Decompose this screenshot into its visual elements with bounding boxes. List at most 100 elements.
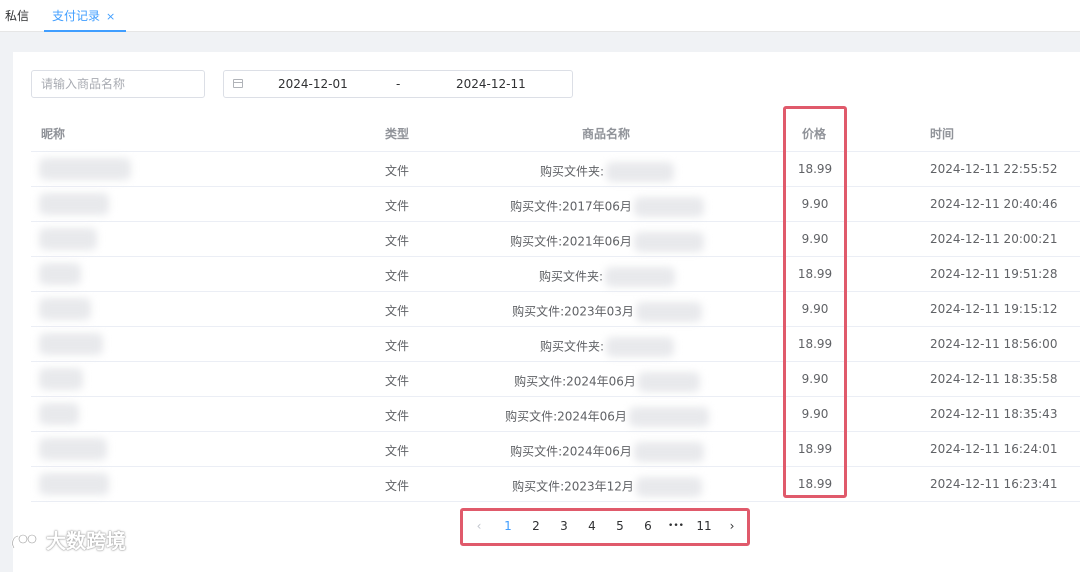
cell-type: 文件 bbox=[385, 444, 410, 458]
table-row: 文件 购买文件:2023年03月 9.90 2024-12-11 19:15:12 bbox=[31, 292, 1080, 327]
table-row: 文件 购买文件:2017年06月 9.90 2024-12-11 20:40:46 bbox=[31, 187, 1080, 222]
price-column-highlight bbox=[783, 106, 847, 498]
more-pages-ellipsis[interactable]: ••• bbox=[665, 516, 687, 536]
nickname-redacted bbox=[39, 473, 109, 495]
product-name-text: 购买文件:2021年06月 bbox=[510, 234, 632, 249]
close-icon[interactable]: × bbox=[106, 10, 115, 23]
product-name-redacted bbox=[606, 162, 675, 182]
watermark-logo-icon bbox=[11, 533, 38, 549]
nickname-redacted bbox=[39, 193, 109, 215]
table-row: 文件 购买文件夹: 18.99 2024-12-11 18:56:00 bbox=[31, 327, 1080, 362]
cell-product-name: 购买文件夹: bbox=[457, 337, 757, 357]
next-page-icon[interactable]: › bbox=[721, 516, 743, 536]
header-type: 类型 bbox=[385, 127, 410, 141]
nickname-redacted bbox=[39, 403, 79, 425]
cell-time: 2024-12-11 16:23:41 bbox=[930, 477, 1058, 491]
watermark: 大数跨境 bbox=[10, 525, 126, 555]
table-row: 文件 购买文件:2023年12月 18.99 2024-12-11 16:23:41 bbox=[31, 467, 1080, 502]
cell-time: 2024-12-11 20:40:46 bbox=[930, 197, 1058, 211]
product-name-text: 购买文件夹: bbox=[539, 339, 605, 354]
calendar-icon bbox=[233, 79, 243, 88]
cell-product-name: 购买文件:2024年06月 bbox=[457, 442, 757, 462]
nickname-redacted bbox=[39, 368, 83, 390]
date-range-picker[interactable]: 2024-12-01 - 2024-12-11 bbox=[223, 70, 573, 98]
product-name-text: 购买文件:2017年06月 bbox=[510, 199, 632, 214]
page-11[interactable]: 11 bbox=[693, 516, 715, 536]
tab-bar: 私信 支付记录 × bbox=[0, 0, 1080, 32]
nickname-redacted bbox=[39, 298, 91, 320]
cell-time: 2024-12-11 16:24:01 bbox=[930, 442, 1058, 456]
product-name-text: 购买文件:2024年06月 bbox=[505, 409, 627, 424]
product-name-redacted bbox=[628, 407, 709, 427]
cell-time: 2024-12-11 18:35:58 bbox=[930, 372, 1058, 386]
content-card: 2024-12-01 - 2024-12-11 昵称 类型 商品名称 价格 时间… bbox=[13, 52, 1080, 572]
cell-product-name: 购买文件夹: bbox=[457, 162, 757, 182]
nickname-redacted bbox=[39, 158, 131, 180]
page-2[interactable]: 2 bbox=[525, 516, 547, 536]
page-6[interactable]: 6 bbox=[637, 516, 659, 536]
product-name-redacted bbox=[606, 337, 675, 357]
date-separator: - bbox=[396, 77, 401, 91]
cell-type: 文件 bbox=[385, 164, 410, 178]
header-nickname: 昵称 bbox=[41, 127, 66, 141]
cell-type: 文件 bbox=[385, 234, 410, 248]
nickname-redacted bbox=[39, 228, 97, 250]
cell-product-name: 购买文件:2023年03月 bbox=[457, 302, 757, 322]
watermark-text: 大数跨境 bbox=[46, 529, 126, 553]
product-name-redacted bbox=[633, 232, 704, 252]
page-4[interactable]: 4 bbox=[581, 516, 603, 536]
product-name-search-input[interactable] bbox=[31, 70, 205, 98]
tab-payment-records-label: 支付记录 bbox=[52, 9, 101, 23]
table-row: 文件 购买文件:2021年06月 9.90 2024-12-11 20:00:21 bbox=[31, 222, 1080, 257]
cell-type: 文件 bbox=[385, 339, 410, 353]
nickname-redacted bbox=[39, 263, 81, 285]
header-product-name: 商品名称 bbox=[582, 127, 631, 141]
cell-time: 2024-12-11 18:35:43 bbox=[930, 407, 1058, 421]
cell-type: 文件 bbox=[385, 199, 410, 213]
product-name-redacted bbox=[605, 267, 676, 287]
product-name-redacted bbox=[635, 302, 702, 322]
table-header: 昵称 类型 商品名称 价格 时间 bbox=[31, 114, 1080, 152]
table-body: 文件 购买文件夹: 18.99 2024-12-11 22:55:52 文件 购买文件:2… bbox=[31, 152, 1080, 502]
prev-page-icon[interactable]: ‹ bbox=[468, 516, 490, 536]
cell-time: 2024-12-11 22:55:52 bbox=[930, 162, 1058, 176]
cell-time: 2024-12-11 20:00:21 bbox=[930, 232, 1058, 246]
table-row: 文件 购买文件:2024年06月 9.90 2024-12-11 18:35:43 bbox=[31, 397, 1080, 432]
cell-product-name: 购买文件:2021年06月 bbox=[457, 232, 757, 252]
table-row: 文件 购买文件夹: 18.99 2024-12-11 19:51:28 bbox=[31, 257, 1080, 292]
cell-type: 文件 bbox=[385, 269, 410, 283]
cell-product-name: 购买文件:2024年06月 bbox=[457, 372, 757, 392]
cell-time: 2024-12-11 19:15:12 bbox=[930, 302, 1058, 316]
product-name-text: 购买文件:2023年12月 bbox=[512, 479, 634, 494]
cell-type: 文件 bbox=[385, 304, 410, 318]
table-row: 文件 购买文件:2024年06月 9.90 2024-12-11 18:35:58 bbox=[31, 362, 1080, 397]
page-1[interactable]: 1 bbox=[497, 516, 519, 536]
cell-product-name: 购买文件:2017年06月 bbox=[457, 197, 757, 217]
date-start[interactable]: 2024-12-01 bbox=[278, 77, 348, 91]
date-end[interactable]: 2024-12-11 bbox=[456, 77, 526, 91]
table-row: 文件 购买文件夹: 18.99 2024-12-11 22:55:52 bbox=[31, 152, 1080, 187]
product-name-redacted bbox=[635, 477, 702, 497]
cell-type: 文件 bbox=[385, 479, 410, 493]
cell-product-name: 购买文件:2024年06月 bbox=[457, 407, 757, 427]
tab-messages[interactable]: 私信 bbox=[5, 0, 29, 32]
cell-time: 2024-12-11 19:51:28 bbox=[930, 267, 1058, 281]
tab-payment-records[interactable]: 支付记录 × bbox=[44, 0, 126, 32]
nickname-redacted bbox=[39, 438, 107, 460]
nickname-redacted bbox=[39, 333, 103, 355]
product-name-text: 购买文件夹: bbox=[539, 164, 605, 179]
product-name-text: 购买文件:2024年06月 bbox=[510, 444, 632, 459]
cell-type: 文件 bbox=[385, 374, 410, 388]
product-name-redacted bbox=[633, 197, 704, 217]
page-3[interactable]: 3 bbox=[553, 516, 575, 536]
table-row: 文件 购买文件:2024年06月 18.99 2024-12-11 16:24:01 bbox=[31, 432, 1080, 467]
cell-product-name: 购买文件夹: bbox=[457, 267, 757, 287]
product-name-redacted bbox=[633, 442, 704, 462]
page-5[interactable]: 5 bbox=[609, 516, 631, 536]
product-name-redacted bbox=[637, 372, 700, 392]
payment-records-table: 昵称 类型 商品名称 价格 时间 文件 购买文件夹: 18.99 2024-12-11… bbox=[31, 114, 1080, 502]
product-name-text: 购买文件夹: bbox=[538, 269, 604, 284]
cell-type: 文件 bbox=[385, 409, 410, 423]
cell-product-name: 购买文件:2023年12月 bbox=[457, 477, 757, 497]
product-name-text: 购买文件:2023年03月 bbox=[512, 304, 634, 319]
